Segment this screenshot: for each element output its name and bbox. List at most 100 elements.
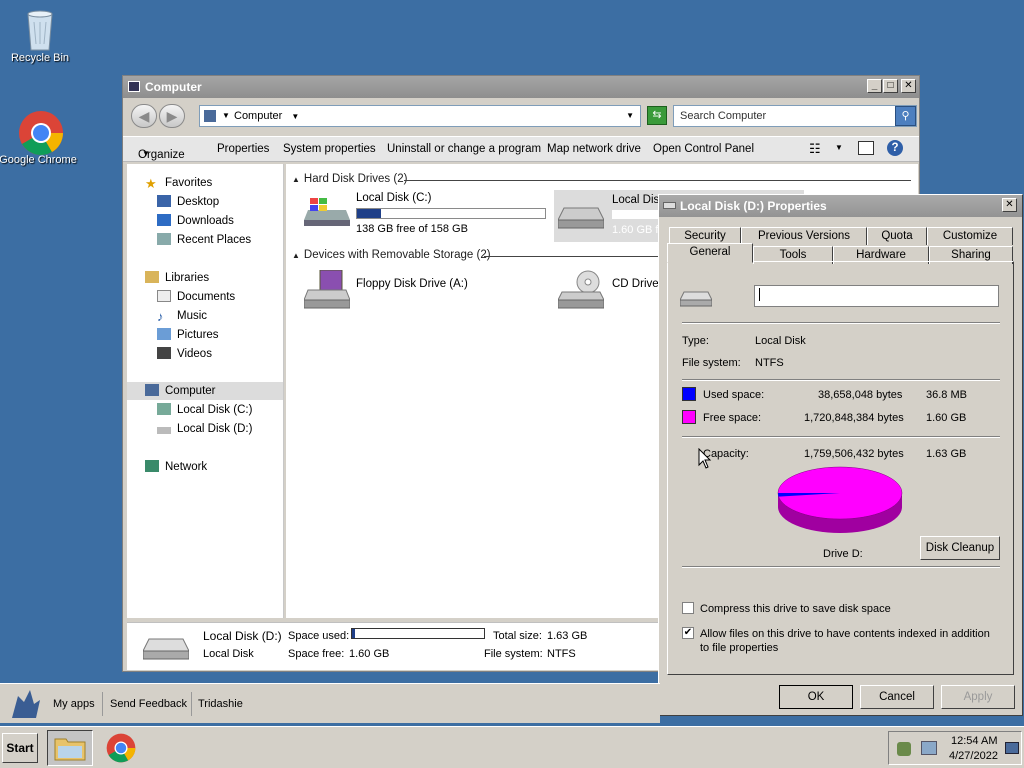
view-options-icon[interactable]: ☷: [809, 141, 821, 157]
my-apps-button[interactable]: My apps: [53, 698, 95, 710]
open-control-panel-button[interactable]: Open Control Panel: [653, 143, 754, 155]
tab-quota[interactable]: Quota: [867, 227, 927, 245]
computer-icon: [128, 81, 140, 92]
used-space-swatch: [682, 387, 696, 401]
close-button[interactable]: ✕: [901, 79, 916, 93]
tab-general[interactable]: General: [667, 243, 753, 263]
clock-date[interactable]: 4/27/2022: [949, 750, 998, 762]
minimize-button[interactable]: _: [867, 79, 882, 93]
mouse-cursor-icon: [698, 448, 712, 469]
search-input[interactable]: Search Computer: [673, 105, 917, 127]
nav-network[interactable]: Network: [145, 458, 207, 476]
recycle-bin-desktop-icon[interactable]: Recycle Bin: [0, 8, 80, 64]
taskbar-chrome-button[interactable]: [106, 733, 136, 766]
preview-pane-icon[interactable]: [858, 141, 874, 155]
back-button[interactable]: ◀: [131, 104, 157, 128]
nav-local-disk-c[interactable]: Local Disk (C:): [157, 401, 252, 419]
free-space-human: 1.60 GB: [926, 412, 967, 424]
music-icon: ♪: [157, 309, 164, 324]
apply-button[interactable]: Apply: [941, 685, 1015, 709]
app-logo-icon[interactable]: [8, 688, 42, 720]
drive-c-tile[interactable]: Local Disk (C:) 138 GB free of 158 GB: [300, 190, 546, 236]
floppy-drive-tile[interactable]: Floppy Disk Drive (A:): [300, 268, 520, 312]
maximize-button[interactable]: □: [883, 79, 898, 93]
tab-previous-versions[interactable]: Previous Versions: [741, 227, 867, 245]
group-hard-disk-drives[interactable]: ▲ Hard Disk Drives (2): [292, 173, 407, 185]
compress-checkbox[interactable]: [682, 602, 694, 614]
navigation-pane: ★ Favorites Desktop Downloads Recent Plac…: [127, 164, 284, 618]
chrome-desktop-icon[interactable]: Google Chrome: [0, 110, 78, 166]
nav-favorites[interactable]: ★ Favorites: [145, 174, 212, 192]
ok-button[interactable]: OK: [779, 685, 853, 709]
details-fs: NTFS: [547, 648, 576, 660]
chrome-icon: [18, 110, 63, 155]
drive-c-usage-bar: [356, 208, 546, 219]
drive-c-free: 138 GB free of 158 GB: [356, 223, 468, 235]
address-text: Computer: [234, 110, 283, 122]
show-desktop-icon[interactable]: [1005, 742, 1019, 754]
nav-desktop[interactable]: Desktop: [157, 193, 219, 211]
separator: [682, 566, 1000, 568]
disk-cleanup-button[interactable]: Disk Cleanup: [920, 536, 1000, 560]
properties-button[interactable]: Properties: [217, 143, 269, 155]
computer-icon: [204, 110, 216, 122]
taskbar: Start 12:54 AM 4/27/2022: [0, 726, 1024, 768]
address-field[interactable]: ▼ Computer ▼ ▼: [199, 105, 641, 127]
nav-pictures[interactable]: Pictures: [157, 326, 219, 344]
computer-icon: [145, 384, 159, 396]
breadcrumb-arrow-icon: ▼: [222, 111, 230, 120]
libraries-icon: [145, 271, 159, 283]
nav-local-disk-d[interactable]: Local Disk (D:): [157, 420, 252, 438]
cd-drive-icon: [558, 270, 604, 309]
send-feedback-button[interactable]: Send Feedback: [110, 698, 187, 710]
network-tray-icon[interactable]: [921, 741, 937, 755]
dialog-title: Local Disk (D:) Properties: [680, 199, 827, 213]
chrome-icon: [106, 733, 136, 763]
tab-customize[interactable]: Customize: [927, 227, 1013, 245]
cancel-button[interactable]: Cancel: [860, 685, 934, 709]
star-icon: ★: [145, 176, 157, 191]
start-button[interactable]: Start: [2, 733, 38, 763]
chrome-label: Google Chrome: [0, 154, 77, 166]
search-placeholder: Search Computer: [680, 110, 767, 122]
dialog-titlebar[interactable]: Local Disk (D:) Properties ✕: [659, 195, 1022, 217]
breadcrumb-chevron-icon[interactable]: ▼: [291, 112, 299, 121]
free-space-label: Free space:: [703, 412, 762, 424]
floppy-drive-icon: [304, 270, 350, 309]
taskbar-explorer-button[interactable]: [47, 730, 93, 766]
details-fs-label: File system:: [484, 648, 543, 660]
address-bar-row: ◀ ▶ ▼ Computer ▼ ▼ ⇆ Search Computer ⚲: [123, 101, 919, 131]
group-removable-storage[interactable]: ▲ Devices with Removable Storage (2): [292, 249, 491, 261]
nav-recent-places[interactable]: Recent Places: [157, 231, 251, 249]
dialog-close-button[interactable]: ✕: [1002, 198, 1017, 212]
cd-drive-tile[interactable]: CD Drive (: [554, 268, 666, 312]
search-icon[interactable]: ⚲: [895, 106, 916, 126]
explorer-titlebar[interactable]: Computer _ □ ✕: [123, 76, 919, 98]
network-icon: [145, 460, 159, 472]
nav-downloads[interactable]: Downloads: [157, 212, 234, 230]
nav-videos[interactable]: Videos: [157, 345, 212, 363]
volume-label-input[interactable]: [754, 285, 999, 307]
capacity-human: 1.63 GB: [926, 448, 967, 460]
view-dropdown-icon[interactable]: ▼: [835, 143, 843, 152]
separator: [682, 379, 1000, 381]
help-icon[interactable]: ?: [887, 140, 903, 156]
forward-button[interactable]: ▶: [159, 104, 185, 128]
fs-value: NTFS: [755, 357, 784, 369]
map-network-drive-button[interactable]: Map network drive: [547, 143, 641, 155]
videos-icon: [157, 347, 171, 359]
refresh-button[interactable]: ⇆: [647, 106, 667, 125]
address-dropdown-icon[interactable]: ▼: [626, 106, 634, 126]
nav-documents[interactable]: Documents: [157, 288, 235, 306]
user-name[interactable]: Tridashie: [198, 698, 243, 710]
drive-label: Drive D:: [823, 548, 863, 560]
clock-time[interactable]: 12:54 AM: [951, 735, 997, 747]
drive-d-free: 1.60 GB fr: [612, 224, 663, 236]
nav-computer[interactable]: Computer: [127, 382, 283, 400]
nav-music[interactable]: ♪ Music: [157, 307, 207, 325]
uninstall-button[interactable]: Uninstall or change a program: [387, 143, 541, 155]
security-shield-icon[interactable]: [897, 742, 911, 756]
system-properties-button[interactable]: System properties: [283, 143, 376, 155]
nav-libraries[interactable]: Libraries: [145, 269, 209, 287]
index-checkbox[interactable]: ✔: [682, 627, 694, 639]
